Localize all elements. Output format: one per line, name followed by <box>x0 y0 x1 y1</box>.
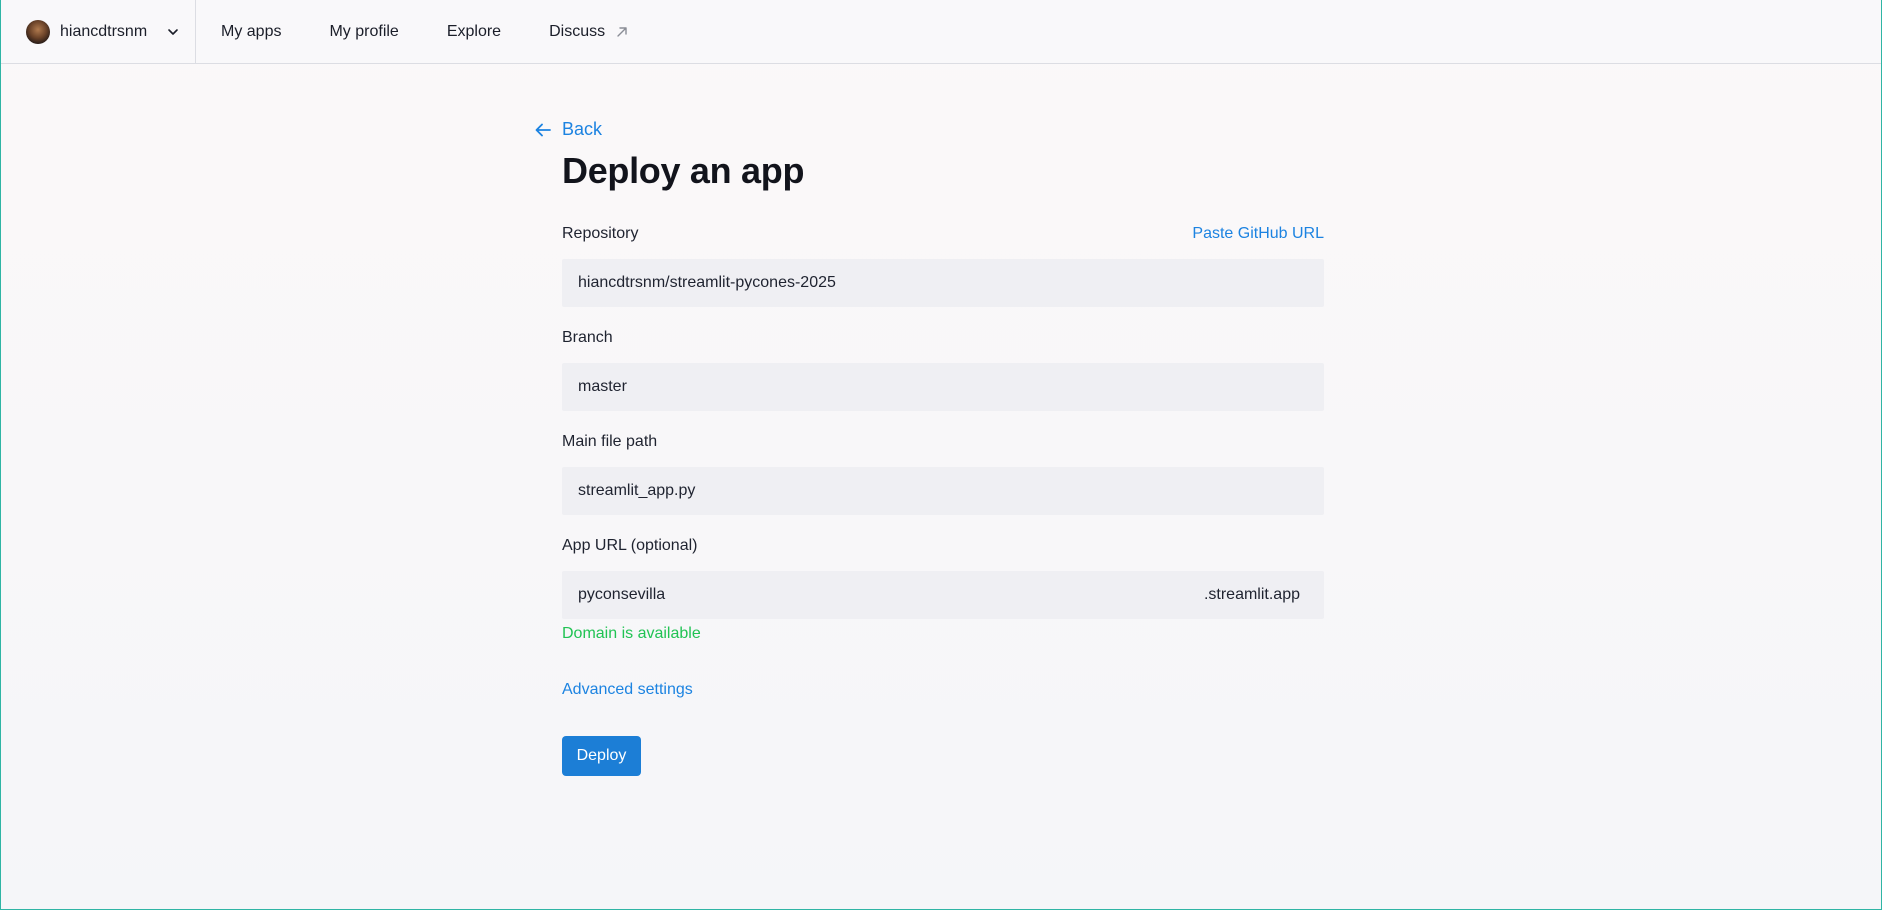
app-url-input[interactable]: pyconsevilla .streamlit.app <box>562 571 1324 619</box>
repository-value: hiancdtrsnm/streamlit-pycones-2025 <box>578 274 836 291</box>
chevron-down-icon <box>168 28 178 35</box>
main-file-path-input[interactable]: streamlit_app.py <box>562 467 1324 515</box>
nav-discuss[interactable]: Discuss <box>549 23 629 41</box>
main-file-path-value: streamlit_app.py <box>578 482 696 499</box>
branch-label: Branch <box>562 329 613 346</box>
main-file-path-field: Main file path streamlit_app.py <box>562 433 1324 515</box>
back-link[interactable]: Back <box>534 119 602 140</box>
main-nav: My apps My profile Explore Discuss <box>196 0 629 63</box>
main-file-path-label: Main file path <box>562 433 658 450</box>
app-url-label: App URL (optional) <box>562 537 698 554</box>
nav-my-apps[interactable]: My apps <box>221 23 281 41</box>
paste-github-url-link[interactable]: Paste GitHub URL <box>1192 225 1324 243</box>
branch-input[interactable]: master <box>562 363 1324 411</box>
repository-input[interactable]: hiancdtrsnm/streamlit-pycones-2025 <box>562 259 1324 307</box>
deploy-button[interactable]: Deploy <box>562 736 641 776</box>
account-switcher[interactable]: hiancdtrsnm <box>1 0 196 63</box>
avatar <box>26 19 50 44</box>
top-navigation-bar: hiancdtrsnm My apps My profile Explore D… <box>1 0 1881 64</box>
back-label: Back <box>562 119 603 139</box>
advanced-settings-link[interactable]: Advanced settings <box>562 681 693 699</box>
app-url-value: pyconsevilla <box>578 586 666 603</box>
nav-explore[interactable]: Explore <box>447 23 501 41</box>
repository-label: Repository <box>562 225 639 242</box>
branch-value: master <box>578 378 627 395</box>
app-url-suffix: .streamlit.app <box>1203 586 1300 603</box>
domain-status: Domain is available <box>562 625 701 642</box>
arrow-left-icon <box>535 123 551 136</box>
nav-my-profile[interactable]: My profile <box>329 23 398 41</box>
repository-field: Repository Paste GitHub URL hiancdtrsnm/… <box>562 225 1324 307</box>
nav-discuss-label: Discuss <box>549 22 606 40</box>
branch-field: Branch master <box>562 329 1324 411</box>
account-name: hiancdtrsnm <box>60 22 148 40</box>
app-url-field: App URL (optional) pyconsevilla .streaml… <box>562 537 1324 619</box>
external-link-icon <box>617 26 627 37</box>
page-title: Deploy an app <box>562 150 805 191</box>
